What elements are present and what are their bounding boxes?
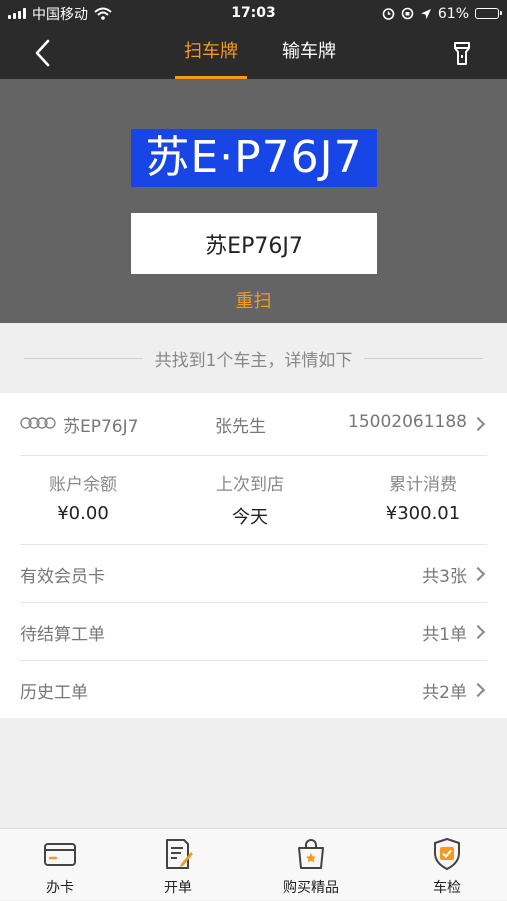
plate-capture-image: 苏E·P76J7: [131, 129, 377, 187]
stat-value: ¥0.00: [57, 503, 109, 524]
stat-label: 上次到店: [216, 475, 284, 495]
bottom-tab-bar: 办卡 开单 购买精品 车检: [0, 828, 507, 900]
audi-logo-icon: [20, 417, 56, 429]
chevron-right-icon: [470, 566, 486, 582]
tab-label: 车检: [433, 880, 461, 896]
owner-row[interactable]: 苏EP76J7 张先生 15002061188: [0, 393, 507, 455]
owner-plate: 苏EP76J7: [63, 417, 139, 437]
tab-scan-plate[interactable]: 扫车牌: [175, 27, 247, 79]
inspection-shield-icon: [434, 838, 460, 870]
chevron-right-icon: [470, 682, 486, 698]
tab-card[interactable]: 办卡: [10, 829, 110, 901]
list-item-label: 历史工单: [20, 683, 88, 703]
tab-buy-products[interactable]: 购买精品: [261, 829, 361, 901]
stats-row: 账户余额 ¥0.00 上次到店 今天 累计消费 ¥300.01: [0, 456, 507, 544]
stat-label: 账户余额: [49, 475, 117, 495]
clock: 17:03: [231, 5, 276, 21]
owner-card: 苏EP76J7 张先生 15002061188 账户余额 ¥0.00 上次到店 …: [0, 393, 507, 718]
chevron-left-icon: [35, 39, 50, 67]
flashlight-icon: [454, 42, 470, 65]
list-item-count: 共1单: [422, 625, 467, 645]
stat-label: 累计消费: [389, 475, 457, 495]
chevron-right-icon: [470, 416, 486, 432]
list-item-member-cards[interactable]: 有效会员卡 共3张: [0, 544, 507, 602]
tab-car-inspection[interactable]: 车检: [397, 829, 497, 901]
list-item-history-orders[interactable]: 历史工单 共2单: [0, 660, 507, 718]
list-item-pending-orders[interactable]: 待结算工单 共1单: [0, 602, 507, 660]
result-summary: 共找到1个车主，详情如下: [0, 323, 507, 393]
stat-last-visit: 上次到店 今天: [170, 470, 330, 529]
list-item-count: 共2单: [422, 683, 467, 703]
divider-line: [24, 357, 143, 359]
stat-value: ¥300.01: [385, 503, 461, 524]
scan-area: 苏E·P76J7 苏EP76J7 重扫: [0, 79, 507, 323]
owner-name: 张先生: [215, 417, 266, 437]
card-icon: [44, 843, 76, 866]
battery-icon: [475, 8, 502, 19]
result-summary-text: 共找到1个车主，详情如下: [154, 350, 353, 371]
status-bar: 中国移动 17:03 61%: [0, 0, 507, 27]
chevron-right-icon: [470, 624, 486, 640]
rescan-button[interactable]: 重扫: [0, 287, 507, 313]
stat-balance: 账户余额 ¥0.00: [3, 470, 163, 524]
list-item-label: 有效会员卡: [20, 567, 105, 587]
recognized-plate-field[interactable]: 苏EP76J7: [131, 213, 377, 274]
stat-total-spend: 累计消费 ¥300.01: [343, 470, 503, 524]
stat-value: 今天: [232, 507, 268, 528]
tab-open-order[interactable]: 开单: [128, 829, 228, 901]
list-item-count: 共3张: [422, 567, 467, 587]
nav-bar: 扫车牌 输车牌: [0, 27, 507, 79]
shopping-bag-icon: [298, 839, 324, 869]
owner-phone: 15002061188: [348, 412, 467, 432]
order-icon: [166, 839, 193, 869]
tab-label: 开单: [164, 880, 192, 896]
divider-line: [364, 357, 484, 359]
flashlight-button[interactable]: [448, 39, 476, 67]
list-item-label: 待结算工单: [20, 625, 105, 645]
tab-label: 办卡: [46, 880, 74, 896]
tab-label: 购买精品: [283, 880, 339, 896]
tab-enter-plate[interactable]: 输车牌: [273, 27, 345, 79]
back-button[interactable]: [25, 35, 59, 71]
